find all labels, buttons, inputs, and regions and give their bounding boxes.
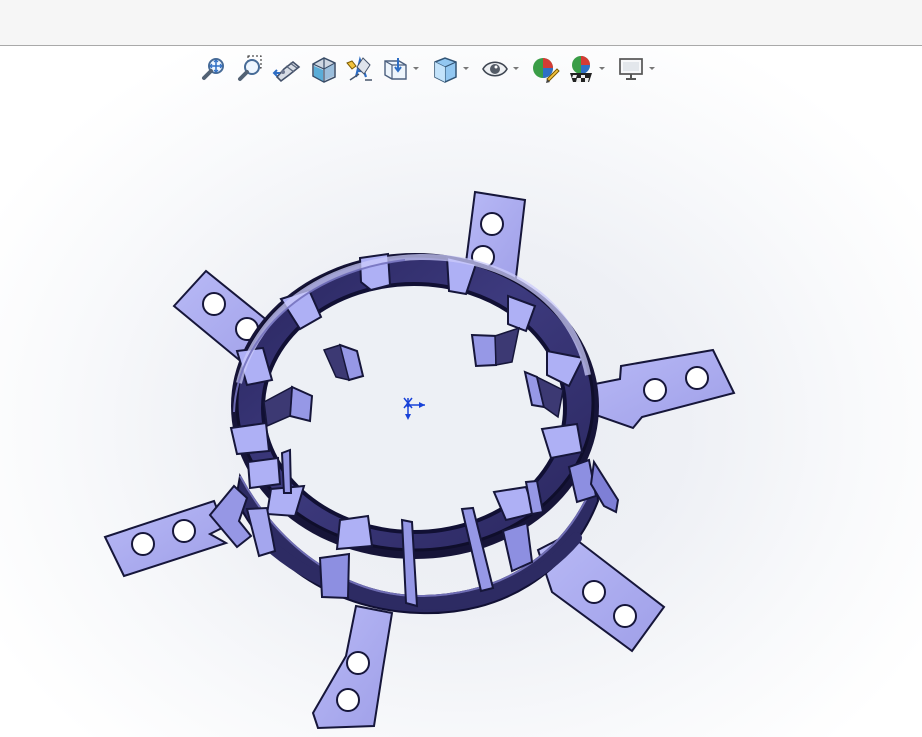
graphics-area[interactable] [0,46,922,737]
solidworks-window [0,0,922,737]
command-bar-area [0,0,922,46]
origin-triad-icon [403,397,425,420]
mounting-tab-bottom [311,604,394,730]
sheet-metal-model[interactable] [0,46,922,737]
mounting-tab-lower-left [103,499,229,578]
mounting-tab-right [583,348,736,430]
